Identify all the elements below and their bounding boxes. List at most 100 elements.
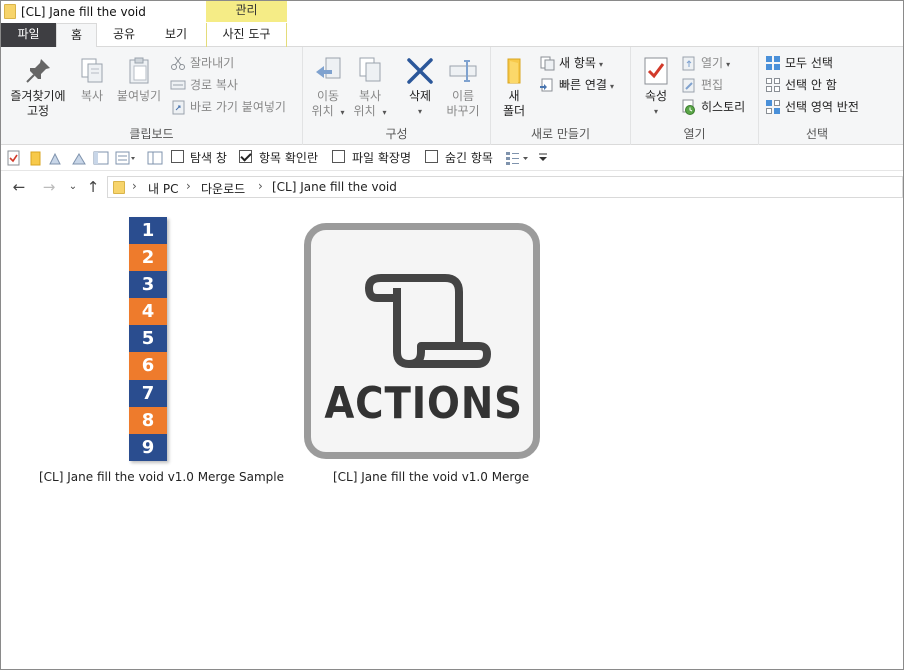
history-button[interactable]: 히스토리 xyxy=(681,97,745,117)
breadcrumb-separator-icon[interactable]: › xyxy=(186,179,191,193)
scissors-icon xyxy=(171,56,185,70)
open-icon xyxy=(682,56,695,71)
item-checkboxes-checkbox[interactable] xyxy=(239,150,252,163)
address-bar[interactable]: › 내 PC › 다운로드 › [CL] Jane fill the void xyxy=(107,176,903,198)
nav-pane-checkbox[interactable] xyxy=(171,150,184,163)
hidden-items-checkbox[interactable] xyxy=(425,150,438,163)
move-to-dropdown-icon: ▾ xyxy=(340,108,345,117)
breadcrumb-downloads[interactable]: 다운로드 xyxy=(201,180,245,197)
group-open: 속성 ▾ 열기 ▾ 편집 히스토리 열기 xyxy=(631,47,759,145)
new-item-label: 새 항목 xyxy=(559,56,596,70)
paste-button[interactable]: 붙여넣기 xyxy=(113,55,165,104)
copy-button[interactable]: 복사 xyxy=(75,55,109,104)
move-to-button[interactable]: 이동 위치 ▾ xyxy=(309,55,347,120)
new-folder-button[interactable]: 새 폴더 xyxy=(497,55,531,119)
file-name-label: [CL] Jane fill the void v1.0 Merge Sampl… xyxy=(39,470,284,484)
options-dropdown-icon[interactable] xyxy=(505,150,531,166)
actions-icon-text: ACTIONS xyxy=(324,378,523,429)
easy-access-icon xyxy=(540,78,553,92)
tab-photo-tools[interactable]: 사진 도구 xyxy=(206,23,287,47)
strip-number-cell: 4 xyxy=(129,298,167,326)
open-dropdown-icon: ▾ xyxy=(726,60,731,69)
new-group-label: 새로 만들기 xyxy=(530,127,590,141)
copy-path-label: 경로 복사 xyxy=(190,78,238,92)
recent-locations-chevron-icon[interactable]: ⌄ xyxy=(63,177,83,197)
breadcrumb-separator-icon[interactable]: › xyxy=(258,179,263,193)
new-folder-small-icon[interactable] xyxy=(28,150,44,166)
tab-file[interactable]: 파일 xyxy=(1,23,56,47)
actions-thumbnail: ACTIONS xyxy=(304,223,540,459)
customize-toolbar-icon[interactable] xyxy=(537,150,549,166)
breadcrumb-separator-icon[interactable]: › xyxy=(132,179,137,193)
file-name-label: [CL] Jane fill the void v1.0 Merge xyxy=(333,470,530,484)
copy-to-dropdown-icon: ▾ xyxy=(382,108,387,117)
breadcrumb-this-pc[interactable]: 내 PC xyxy=(148,180,178,197)
rename-label: 이름 바꾸기 xyxy=(446,89,480,118)
tab-share[interactable]: 공유 xyxy=(102,23,146,47)
delete-button[interactable]: 삭제 ▾ xyxy=(401,55,439,119)
paste-shortcut-button[interactable]: 바로 가기 붙여넣기 xyxy=(170,97,286,117)
pin-to-quick-access-button[interactable]: 즐겨찾기에 고정 xyxy=(5,55,71,119)
strip-number-cell: 6 xyxy=(129,352,167,380)
group-new: 새 폴더 새 항목 ▾ 빠른 연결 ▾ 새로 만들기 xyxy=(491,47,631,145)
select-group-label: 선택 xyxy=(805,127,829,141)
cut-label: 잘라내기 xyxy=(190,56,235,70)
details-pane-icon[interactable] xyxy=(71,150,87,166)
ribbon: 즐겨찾기에 고정 복사 붙여넣기 잘라내기 경로 복사 바로 가기 붙여넣기 클… xyxy=(1,47,903,145)
strip-number-cell: 1 xyxy=(129,217,167,245)
properties-label: 속성 xyxy=(644,89,668,103)
invert-selection-button[interactable]: 선택 영역 반전 xyxy=(765,97,859,117)
forward-arrow-icon[interactable]: → xyxy=(39,177,59,197)
open-button[interactable]: 열기 ▾ xyxy=(681,53,730,73)
edit-label: 편집 xyxy=(701,78,724,92)
file-extensions-label: 파일 확장명 xyxy=(352,151,412,165)
numbered-strip-thumbnail: 123456789 xyxy=(129,217,167,461)
history-icon xyxy=(682,99,695,115)
paste-shortcut-icon xyxy=(172,100,185,115)
cut-button[interactable]: 잘라내기 xyxy=(170,53,234,73)
easy-access-label: 빠른 연결 xyxy=(559,78,607,92)
pin-icon xyxy=(26,59,50,83)
preview-pane-icon[interactable] xyxy=(49,150,65,166)
new-item-dropdown-icon: ▾ xyxy=(598,60,603,69)
breadcrumb-current-folder[interactable]: [CL] Jane fill the void xyxy=(272,180,397,194)
file-extensions-checkbox[interactable] xyxy=(332,150,345,163)
delete-label: 삭제 xyxy=(408,89,432,103)
paste-shortcut-label: 바로 가기 붙여넣기 xyxy=(190,100,286,114)
properties-small-icon[interactable] xyxy=(6,150,22,166)
quick-options-bar: 탐색 창 항목 확인란 파일 확장명 숨긴 항목 xyxy=(1,145,903,171)
back-arrow-icon[interactable]: ← xyxy=(9,177,29,197)
pin-label: 즐겨찾기에 고정 xyxy=(10,89,66,118)
move-to-icon xyxy=(316,57,341,79)
up-arrow-icon[interactable]: ↑ xyxy=(83,177,103,197)
copy-label: 복사 xyxy=(80,89,104,103)
easy-access-button[interactable]: 빠른 연결 ▾ xyxy=(539,75,614,95)
paste-label: 붙여넣기 xyxy=(116,89,162,103)
delete-x-icon xyxy=(407,58,433,84)
new-folder-icon xyxy=(507,58,521,84)
navigation-pane-icon[interactable] xyxy=(93,150,109,166)
hidden-items-label: 숨긴 항목 xyxy=(445,151,493,165)
nav-pane-label: 탐색 창 xyxy=(190,151,227,165)
edit-button[interactable]: 편집 xyxy=(681,75,723,95)
copy-path-button[interactable]: 경로 복사 xyxy=(170,75,238,95)
history-label: 히스토리 xyxy=(701,100,746,114)
title-bar: [CL] Jane fill the void 관리 xyxy=(1,1,903,23)
tab-view[interactable]: 보기 xyxy=(153,23,199,47)
strip-number-cell: 2 xyxy=(129,244,167,272)
tab-home[interactable]: 홈 xyxy=(56,23,97,48)
ribbon-tabs: 파일 홈 공유 보기 사진 도구 xyxy=(1,23,903,48)
select-none-icon xyxy=(766,78,780,92)
rename-button[interactable]: 이름 바꾸기 xyxy=(443,55,483,119)
layout-dropdown-icon[interactable] xyxy=(115,150,137,166)
select-none-button[interactable]: 선택 안 함 xyxy=(765,75,837,95)
select-all-button[interactable]: 모두 선택 xyxy=(765,53,833,73)
pane-layout-icon[interactable] xyxy=(147,150,163,166)
file-list: 123456789 [CL] Jane fill the void v1.0 M… xyxy=(1,201,903,669)
invert-selection-icon xyxy=(766,100,780,114)
clipboard-group-label: 클립보드 xyxy=(129,127,174,141)
address-folder-icon xyxy=(113,181,125,194)
copy-to-button[interactable]: 복사 위치 ▾ xyxy=(351,55,389,120)
properties-button[interactable]: 속성 ▾ xyxy=(639,55,673,119)
new-item-button[interactable]: 새 항목 ▾ xyxy=(539,53,603,73)
